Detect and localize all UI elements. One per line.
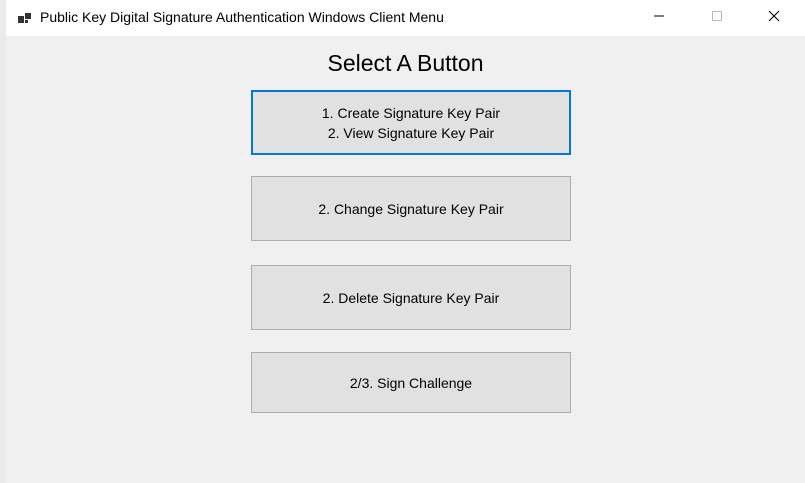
button-label: 2. Delete Signature Key Pair <box>322 289 500 306</box>
create-view-key-pair-button[interactable]: 1. Create Signature Key Pair 2. View Sig… <box>251 90 571 155</box>
maximize-button[interactable] <box>694 0 740 36</box>
minimize-button[interactable] <box>636 0 682 36</box>
title-bar[interactable]: Public Key Digital Signature Authenticat… <box>6 0 805 36</box>
close-button[interactable] <box>751 0 797 36</box>
window-title: Public Key Digital Signature Authenticat… <box>40 9 444 25</box>
button-label: 2/3. Sign Challenge <box>349 374 473 391</box>
change-key-pair-button[interactable]: 2. Change Signature Key Pair <box>251 176 571 241</box>
button-label-line-2: 2. View Signature Key Pair <box>327 124 495 141</box>
page-heading: Select A Button <box>327 50 484 76</box>
maximize-icon <box>711 9 723 27</box>
sign-challenge-button[interactable]: 2/3. Sign Challenge <box>251 352 571 413</box>
minimize-icon <box>653 9 665 27</box>
windows-form-icon[interactable] <box>17 10 33 26</box>
app-window: Public Key Digital Signature Authenticat… <box>6 0 805 483</box>
button-label: 2. Change Signature Key Pair <box>318 200 504 217</box>
button-label-line-1: 1. Create Signature Key Pair <box>321 104 501 121</box>
close-icon <box>768 9 780 27</box>
delete-key-pair-button[interactable]: 2. Delete Signature Key Pair <box>251 265 571 330</box>
